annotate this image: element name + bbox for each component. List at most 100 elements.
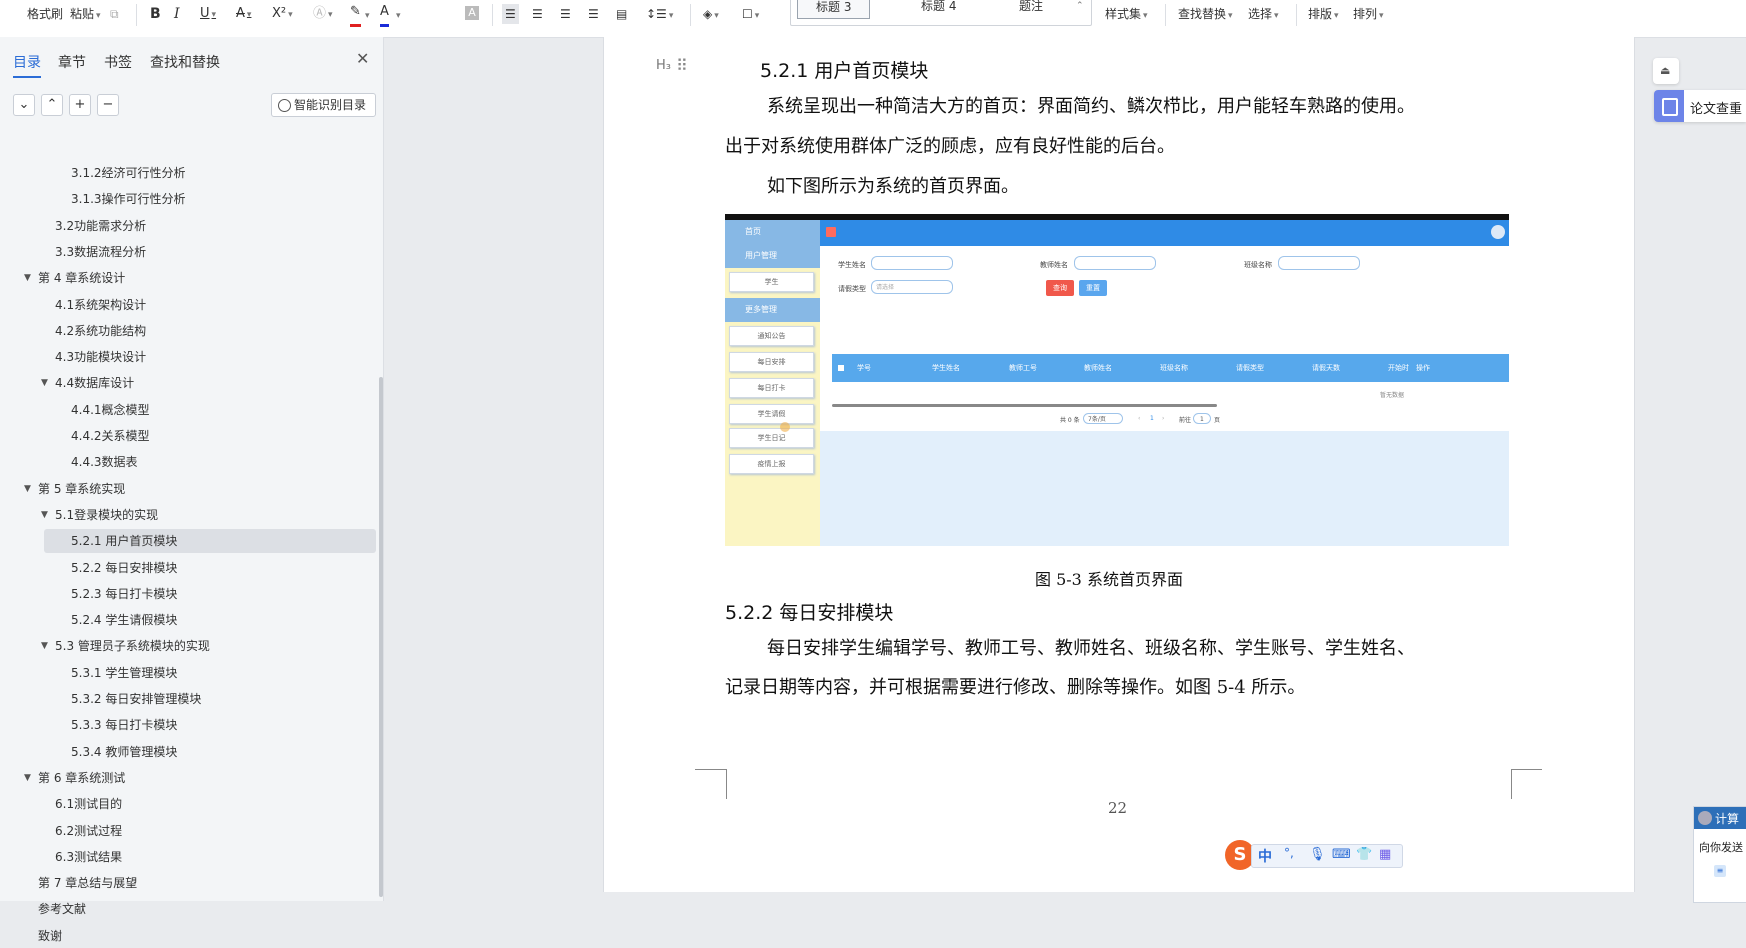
- file-icon[interactable]: ≡: [1714, 865, 1726, 877]
- scrollbar[interactable]: [379, 377, 383, 897]
- expand-triangle-icon[interactable]: ▼: [41, 634, 48, 658]
- add-heading-button[interactable]: +: [69, 94, 91, 116]
- toc-item[interactable]: 第 7 章总结与展望: [38, 871, 137, 895]
- toc-item[interactable]: 4.4.2关系模型: [71, 424, 150, 448]
- style-gallery[interactable]: 标题 3 标题 4 题注 ⌃: [790, 0, 1092, 26]
- toc-item[interactable]: 3.2功能需求分析: [55, 214, 146, 238]
- gallery-more-icon[interactable]: ⌃: [1076, 0, 1084, 17]
- expand-triangle-icon[interactable]: ▼: [41, 503, 48, 527]
- expand-triangle-icon[interactable]: ▼: [24, 766, 31, 790]
- style-set-button[interactable]: 样式集 ▾: [1105, 4, 1148, 24]
- expand-triangle-icon[interactable]: ▼: [41, 371, 48, 395]
- tab-chapter-label: 章节: [58, 55, 86, 71]
- ime-punct[interactable]: °,: [1284, 846, 1294, 860]
- figure-sub-item: 通知公告: [729, 326, 814, 346]
- remove-heading-button[interactable]: −: [97, 94, 119, 116]
- align-right-icon[interactable]: ☰: [560, 4, 571, 24]
- format-painter-button[interactable]: 格式刷: [27, 4, 63, 24]
- tab-bookmark[interactable]: 书签: [104, 52, 132, 72]
- ime-lang[interactable]: 中: [1258, 846, 1272, 866]
- strikethrough-button[interactable]: A ▾: [236, 4, 251, 24]
- toc-item[interactable]: 4.4.3数据表: [71, 450, 138, 474]
- chat-popup[interactable]: 计算 向你发送 ≡: [1693, 806, 1746, 903]
- toc-item[interactable]: 5.3.3 每日打卡模块: [71, 713, 177, 737]
- chevron-down-icon: ▾: [668, 11, 674, 21]
- figure-screenshot[interactable]: 首页 用户管理 学生 更多管理 通知公告 每日安排 每日打卡 学生请假 学生日记…: [725, 214, 1509, 546]
- toc-item[interactable]: 5.2.2 每日安排模块: [71, 556, 177, 580]
- find-replace-button[interactable]: 查找替换 ▾: [1178, 4, 1233, 24]
- paste-button[interactable]: 粘贴 ▾: [70, 4, 101, 24]
- italic-button[interactable]: I: [174, 4, 180, 24]
- toc-item[interactable]: 6.1测试目的: [55, 792, 122, 816]
- collapse-ribbon-button[interactable]: ⏏: [1653, 58, 1679, 84]
- figure-pager-prev-icon: ‹: [1138, 415, 1141, 422]
- move-up-button[interactable]: ⌃: [41, 94, 63, 116]
- tab-find-replace[interactable]: 查找和替换: [150, 52, 220, 72]
- toc-item[interactable]: 4.1系统架构设计: [55, 293, 146, 317]
- underline-button[interactable]: U ▾: [200, 4, 216, 24]
- toc-item[interactable]: 5.2.3 每日打卡模块: [71, 582, 177, 606]
- skin-icon[interactable]: 👕: [1356, 847, 1372, 862]
- justify-icon[interactable]: ☰: [588, 4, 599, 24]
- arrange-button[interactable]: 排列 ▾: [1353, 4, 1384, 24]
- clipboard-icon[interactable]: ⧉: [110, 4, 119, 24]
- toc-item[interactable]: 5.2.1 用户首页模块: [71, 529, 177, 553]
- heading-level-marker[interactable]: H₃: [656, 58, 671, 73]
- toc-item[interactable]: ▼ 4.4数据库设计: [41, 371, 134, 395]
- style-heading-3[interactable]: 标题 3: [797, 0, 871, 19]
- toc-item[interactable]: 3.1.3操作可行性分析: [71, 187, 186, 211]
- toc-item[interactable]: 致谢: [38, 924, 62, 948]
- toc-item[interactable]: ▼ 第 4 章系统设计: [24, 266, 125, 290]
- figure-sub-item: 学生: [729, 272, 814, 292]
- figure-pager-next-icon: ›: [1162, 415, 1165, 422]
- toc-item[interactable]: ▼ 5.1登录模块的实现: [41, 503, 158, 527]
- plagiarism-check-button[interactable]: 论文查重: [1654, 90, 1746, 122]
- style-caption[interactable]: 题注: [1019, 0, 1043, 17]
- layout-label: 排版: [1308, 7, 1333, 21]
- ime-toolbar[interactable]: S 中 °, 🎙 ⌨ 👕 ▦: [1225, 838, 1405, 872]
- distributed-align-icon[interactable]: ▤: [616, 4, 627, 24]
- highlight-color-icon[interactable]: ✎: [350, 4, 361, 27]
- char-shading-icon[interactable]: A: [465, 6, 479, 20]
- toc-item[interactable]: 3.3数据流程分析: [55, 240, 146, 264]
- smart-toc-button[interactable]: 智能识别目录: [271, 93, 376, 117]
- toc-item[interactable]: 4.4.1概念模型: [71, 398, 150, 422]
- close-icon[interactable]: ✕: [356, 49, 369, 68]
- toc-item[interactable]: 4.2系统功能结构: [55, 319, 146, 343]
- toc-item[interactable]: ▼ 第 6 章系统测试: [24, 766, 125, 790]
- toc-item[interactable]: 5.3.1 学生管理模块: [71, 661, 177, 685]
- style-set-label: 样式集: [1105, 7, 1142, 21]
- toc-item[interactable]: 3.1.2经济可行性分析: [71, 161, 186, 185]
- style-heading-4[interactable]: 标题 4: [921, 0, 956, 17]
- text-effect-icon[interactable]: Ⓐ ▾: [313, 4, 333, 24]
- line-spacing-icon[interactable]: ↕☰ ▾: [646, 4, 673, 24]
- align-center-icon[interactable]: ☰: [532, 4, 543, 24]
- drag-handle-icon[interactable]: ⠿: [676, 56, 688, 75]
- tab-toc[interactable]: 目录: [13, 52, 41, 78]
- toc-item[interactable]: ▼ 5.3 管理员子系统模块的实现: [41, 634, 210, 658]
- superscript-button[interactable]: X² ▾: [272, 4, 293, 24]
- expand-triangle-icon[interactable]: ▼: [24, 477, 31, 501]
- border-icon[interactable]: ☐ ▾: [742, 4, 759, 24]
- align-left-icon[interactable]: ☰: [502, 4, 519, 24]
- expand-all-button[interactable]: ⌄: [13, 94, 35, 116]
- microphone-icon[interactable]: 🎙: [1309, 847, 1326, 862]
- toc-item[interactable]: 6.3测试结果: [55, 845, 122, 869]
- ime-status-bar[interactable]: 中 °, 🎙 ⌨ 👕 ▦: [1251, 844, 1403, 868]
- toc-item[interactable]: 5.3.4 教师管理模块: [71, 740, 177, 764]
- toc-item[interactable]: 5.3.2 每日安排管理模块: [71, 687, 201, 711]
- toc-item[interactable]: ▼ 第 5 章系统实现: [24, 477, 125, 501]
- toolbox-icon[interactable]: ▦: [1379, 847, 1391, 862]
- toc-item[interactable]: 6.2测试过程: [55, 819, 122, 843]
- layout-button[interactable]: 排版 ▾: [1308, 4, 1339, 24]
- expand-triangle-icon[interactable]: ▼: [24, 266, 31, 290]
- bold-button[interactable]: B: [150, 4, 161, 24]
- toc-item[interactable]: 5.2.4 学生请假模块: [71, 608, 177, 632]
- tab-chapter[interactable]: 章节: [58, 52, 86, 72]
- shading-icon[interactable]: ◈ ▾: [703, 4, 719, 24]
- font-color-button[interactable]: A: [380, 4, 389, 27]
- select-button[interactable]: 选择 ▾: [1248, 4, 1279, 24]
- toc-item[interactable]: 4.3功能模块设计: [55, 345, 146, 369]
- navigation-pane: 目录 章节 书签 查找和替换 ✕ ⌄ ⌃ + − 智能识别目录 3.1.2经济可…: [0, 37, 384, 943]
- keyboard-icon[interactable]: ⌨: [1332, 847, 1351, 862]
